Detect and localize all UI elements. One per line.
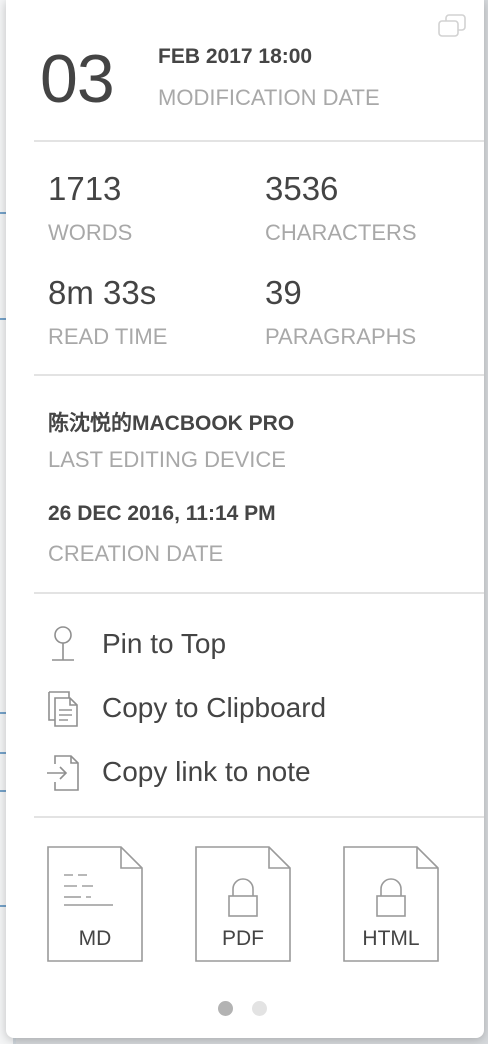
section-divider bbox=[34, 374, 484, 376]
section-divider bbox=[34, 140, 484, 142]
pin-icon bbox=[44, 624, 82, 664]
detach-window-icon[interactable] bbox=[438, 14, 466, 38]
page-dot-2[interactable] bbox=[252, 1001, 267, 1016]
note-info-popover: 03 FEB 2017 18:00 MODIFICATION DATE 1713… bbox=[6, 0, 484, 1038]
words-label: WORDS bbox=[48, 220, 133, 245]
last-editing-device-value: 陈沈悦的MACBOOK PRO bbox=[48, 412, 295, 435]
pin-to-top-button[interactable]: Pin to Top bbox=[44, 622, 464, 666]
characters-label: CHARACTERS bbox=[265, 220, 417, 245]
read-time-value: 8m 33s bbox=[48, 274, 157, 311]
export-html-label: HTML bbox=[362, 927, 420, 950]
export-pdf-button[interactable]: PDF bbox=[195, 846, 291, 962]
copy-link-to-note-button[interactable]: Copy link to note bbox=[44, 750, 464, 794]
section-divider bbox=[34, 816, 484, 818]
copy-to-clipboard-label: Copy to Clipboard bbox=[102, 692, 327, 723]
export-md-button[interactable]: MD bbox=[47, 846, 143, 962]
clipboard-icon bbox=[44, 688, 82, 728]
link-note-icon bbox=[44, 752, 82, 792]
copy-to-clipboard-button[interactable]: Copy to Clipboard bbox=[44, 686, 464, 730]
modification-date-time: FEB 2017 18:00 bbox=[158, 45, 313, 68]
paragraphs-label: PARAGRAPHS bbox=[265, 324, 417, 349]
export-html-button[interactable]: HTML bbox=[343, 846, 439, 962]
last-editing-device-label: LAST EDITING DEVICE bbox=[48, 447, 286, 472]
creation-date-label: CREATION DATE bbox=[48, 541, 224, 566]
creation-date-value: 26 DEC 2016, 11:14 PM bbox=[48, 502, 276, 525]
read-time-label: READ TIME bbox=[48, 324, 168, 349]
section-divider bbox=[34, 592, 484, 594]
page-dot-1-active[interactable] bbox=[218, 1001, 233, 1016]
export-md-label: MD bbox=[78, 927, 112, 950]
words-count: 1713 bbox=[48, 170, 122, 207]
characters-count: 3536 bbox=[265, 170, 339, 207]
modification-day: 03 bbox=[40, 41, 115, 117]
export-pdf-label: PDF bbox=[222, 927, 264, 950]
paragraphs-count: 39 bbox=[265, 274, 302, 311]
copy-link-to-note-label: Copy link to note bbox=[102, 756, 311, 787]
modification-date-label: MODIFICATION DATE bbox=[158, 85, 380, 110]
pin-to-top-label: Pin to Top bbox=[102, 628, 227, 659]
